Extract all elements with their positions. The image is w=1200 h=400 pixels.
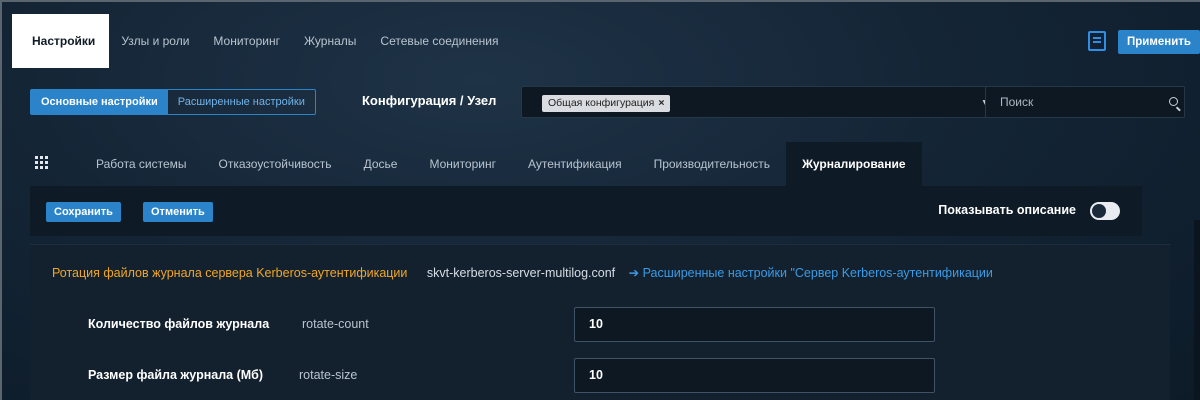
rotate-size-input[interactable]: 10 (574, 358, 935, 393)
mode-basic-button[interactable]: Основные настройки (31, 90, 168, 114)
tab-authentication[interactable]: Аутентификация (512, 142, 638, 186)
rotation-header: Ротация файлов журнала сервера Kerberos-… (52, 265, 993, 280)
tab-settings[interactable]: Настройки (12, 14, 110, 68)
setting-key: rotate-size (299, 368, 358, 382)
rotation-title: Ротация файлов журнала сервера Kerberos-… (52, 266, 408, 280)
mode-advanced-button[interactable]: Расширенные настройки (168, 90, 315, 114)
search-icon[interactable] (1169, 97, 1178, 106)
apply-button[interactable]: Применить (1118, 30, 1200, 54)
rotate-count-input[interactable]: 10 (574, 307, 935, 342)
cancel-button[interactable]: Отменить (143, 202, 213, 222)
setting-key: rotate-count (302, 317, 369, 331)
setting-row: Количество файлов журнала rotate-count 1… (88, 307, 1088, 343)
show-description-label: Показывать описание (938, 203, 1076, 217)
tab-section-monitoring[interactable]: Мониторинг (413, 142, 512, 186)
config-node-label: Конфигурация / Узел (362, 93, 497, 108)
tab-network-connections[interactable]: Сетевые соединения (368, 14, 510, 68)
filter-row: Основные настройки Расширенные настройки… (30, 86, 1185, 118)
tab-fault-tolerance[interactable]: Отказоустойчивость (203, 142, 348, 186)
config-chip: Общая конфигурация × (542, 95, 671, 112)
action-bar: Сохранить Отменить Показывать описание (30, 186, 1142, 236)
config-node-select[interactable]: Общая конфигурация× ▼ (521, 86, 1007, 118)
setting-label: Размер файла журнала (Мб) (88, 368, 264, 382)
tab-monitoring[interactable]: Мониторинг (201, 14, 292, 68)
section-tabs: Работа системы Отказоустойчивость Досье … (30, 142, 922, 186)
settings-panel: Ротация файлов журнала сервера Kerberos-… (30, 244, 1170, 400)
config-chip-label: Общая конфигурация (548, 97, 655, 109)
top-tabs: Настройки Узлы и роли Мониторинг Журналы… (12, 14, 510, 68)
scrollbar[interactable] (1194, 220, 1200, 400)
tab-performance[interactable]: Производительность (638, 142, 786, 186)
mode-switch: Основные настройки Расширенные настройки (30, 89, 316, 115)
save-button[interactable]: Сохранить (46, 202, 121, 222)
setting-row: Размер файла журнала (Мб) rotate-size 10 (88, 358, 1088, 394)
notes-icon[interactable] (1088, 31, 1106, 51)
show-description-toggle[interactable] (1090, 202, 1120, 220)
tab-nodes-roles[interactable]: Узлы и роли (109, 14, 201, 68)
search-input[interactable] (986, 87, 1166, 117)
advanced-settings-link[interactable]: ➔ Расширенные настройки "Сервер Kerberos… (629, 266, 993, 280)
tab-system-operation[interactable]: Работа системы (80, 142, 203, 186)
rotation-config-file: skvt-kerberos-server-multilog.conf (426, 266, 616, 280)
tab-dossier[interactable]: Досье (348, 142, 414, 186)
setting-label: Количество файлов журнала (88, 317, 270, 331)
grid-menu-icon[interactable] (30, 142, 80, 186)
top-navigation: Настройки Узлы и роли Мониторинг Журналы… (12, 14, 1200, 68)
chip-close-icon[interactable]: × (658, 97, 664, 109)
tab-logs[interactable]: Журналы (292, 14, 368, 68)
tab-logging[interactable]: Журналирование (786, 142, 922, 186)
search-box (985, 86, 1185, 118)
